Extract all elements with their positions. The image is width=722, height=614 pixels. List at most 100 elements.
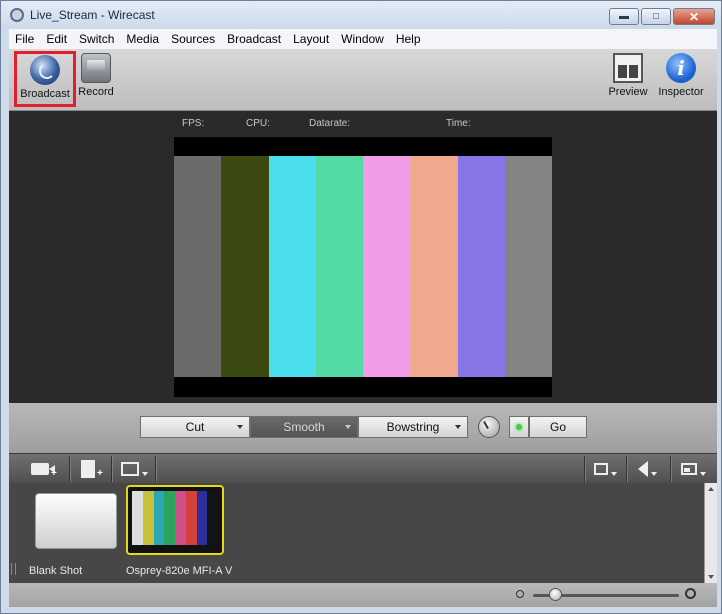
status-bar: [9, 583, 717, 607]
live-preview-video[interactable]: [174, 137, 552, 397]
chevron-down-icon: [700, 472, 706, 476]
preview-button[interactable]: Preview: [598, 53, 658, 98]
monitor-icon: [121, 462, 139, 476]
layout-icon: [681, 463, 697, 475]
window-controls: ▬ □ ✕: [609, 8, 715, 25]
shot-name: Osprey-820e MFI-A V: [126, 565, 233, 577]
document-add-icon: [81, 460, 95, 478]
smooth-transition-button[interactable]: Smooth: [250, 416, 358, 438]
record-disk-icon: [81, 53, 111, 83]
menu-window[interactable]: Window: [335, 32, 390, 46]
menu-layout[interactable]: Layout: [287, 32, 335, 46]
time-label: Time:: [446, 118, 471, 129]
datarate-label: Datarate:: [309, 118, 351, 129]
shot-name: Blank Shot: [29, 565, 83, 577]
shot-osprey[interactable]: Osprey-820e MFI-A V: [126, 485, 232, 577]
chevron-down-icon: [237, 425, 243, 429]
osprey-shot-thumbnail: [126, 485, 224, 555]
menu-media[interactable]: Media: [120, 32, 165, 46]
info-icon: i: [666, 53, 696, 83]
blank-shot-thumbnail: [35, 493, 117, 549]
transition-bar: Cut Smooth Bowstring Go: [9, 403, 717, 453]
shot-toolbar: + +: [9, 453, 717, 483]
audio-button[interactable]: [638, 458, 657, 480]
minimize-button[interactable]: ▬: [609, 8, 639, 25]
color-bar: [457, 156, 505, 377]
thumb-color-bar: [207, 491, 218, 545]
color-bar: [315, 156, 363, 377]
title-bar[interactable]: Live_Stream - Wirecast ▬ □ ✕: [1, 1, 721, 29]
menu-file[interactable]: File: [9, 32, 40, 46]
shot-list: Blank Shot Osprey-820e MFI-A V: [9, 483, 717, 583]
go-label: Go: [549, 420, 566, 434]
menu-bar: File Edit Switch Media Sources Broadcast…: [9, 29, 717, 49]
divider: [69, 456, 70, 482]
zoom-out-icon[interactable]: [516, 590, 524, 598]
menu-sources[interactable]: Sources: [165, 32, 221, 46]
bowstring-label: Bowstring: [386, 420, 440, 434]
chevron-down-icon: [142, 472, 148, 476]
thumb-color-bar: [175, 491, 186, 545]
maximize-button[interactable]: □: [641, 8, 671, 25]
osprey-color-bars: [132, 491, 218, 545]
thumb-color-bar: [196, 491, 208, 545]
thumb-color-bar: [153, 491, 165, 545]
wirecast-app-icon: [10, 8, 24, 22]
speaker-icon: [638, 461, 648, 477]
menu-edit[interactable]: Edit: [40, 32, 73, 46]
inspector-button[interactable]: i Inspector: [651, 53, 711, 98]
add-camera-button[interactable]: +: [31, 458, 57, 480]
fps-label: FPS:: [182, 118, 205, 129]
menu-switch[interactable]: Switch: [73, 32, 120, 46]
square-icon: [594, 463, 608, 475]
go-status-led-icon: [509, 416, 529, 438]
transition-speed-knob[interactable]: [478, 416, 500, 438]
thumb-color-bar: [185, 491, 197, 545]
scroll-down-icon[interactable]: [708, 575, 714, 579]
record-button[interactable]: Record: [66, 53, 126, 98]
chevron-down-icon: [345, 425, 351, 429]
color-bar: [221, 156, 269, 377]
shot-blank[interactable]: Blank Shot: [29, 491, 117, 577]
color-bar: [268, 156, 316, 377]
color-bar: [174, 156, 222, 377]
thumb-color-bar: [164, 491, 175, 545]
zoom-in-icon[interactable]: [685, 588, 696, 599]
color-bars: [174, 156, 552, 377]
cpu-label: CPU:: [246, 118, 270, 129]
color-bar: [410, 156, 458, 377]
close-button[interactable]: ✕: [673, 8, 715, 25]
video-camera-add-icon: [31, 463, 49, 475]
layout-button[interactable]: [681, 458, 706, 480]
cut-transition-button[interactable]: Cut: [140, 416, 250, 438]
record-label: Record: [78, 86, 114, 98]
broadcast-label: Broadcast: [20, 88, 70, 100]
broadcast-satellite-icon: [30, 55, 60, 85]
divider: [155, 456, 156, 482]
window-title: Live_Stream - Wirecast: [30, 8, 155, 22]
color-bar: [504, 156, 552, 377]
smooth-label: Smooth: [283, 420, 325, 434]
scroll-up-icon[interactable]: [708, 487, 714, 491]
inspector-label: Inspector: [658, 86, 704, 98]
display-source-button[interactable]: [121, 458, 148, 480]
zoom-slider-thumb[interactable]: [548, 588, 562, 601]
color-bar: [363, 156, 411, 377]
stats-row: FPS: CPU: Datarate: Time:: [9, 118, 717, 132]
thumb-color-bar: [132, 491, 143, 545]
menu-broadcast[interactable]: Broadcast: [221, 32, 287, 46]
bowstring-transition-button[interactable]: Bowstring: [358, 416, 468, 438]
preview-icon: [613, 53, 643, 83]
divider: [111, 456, 112, 482]
preview-label: Preview: [608, 86, 648, 98]
resize-grip-icon[interactable]: [11, 563, 16, 575]
preview-stage: FPS: CPU: Datarate: Time:: [9, 111, 717, 403]
go-button[interactable]: Go: [529, 416, 587, 438]
cut-label: Cut: [185, 420, 205, 434]
chevron-down-icon: [455, 425, 461, 429]
chevron-down-icon: [611, 472, 617, 476]
menu-help[interactable]: Help: [390, 32, 427, 46]
add-media-button[interactable]: +: [81, 458, 103, 480]
layer-button[interactable]: [594, 458, 617, 480]
shot-list-scrollbar[interactable]: [704, 483, 717, 583]
